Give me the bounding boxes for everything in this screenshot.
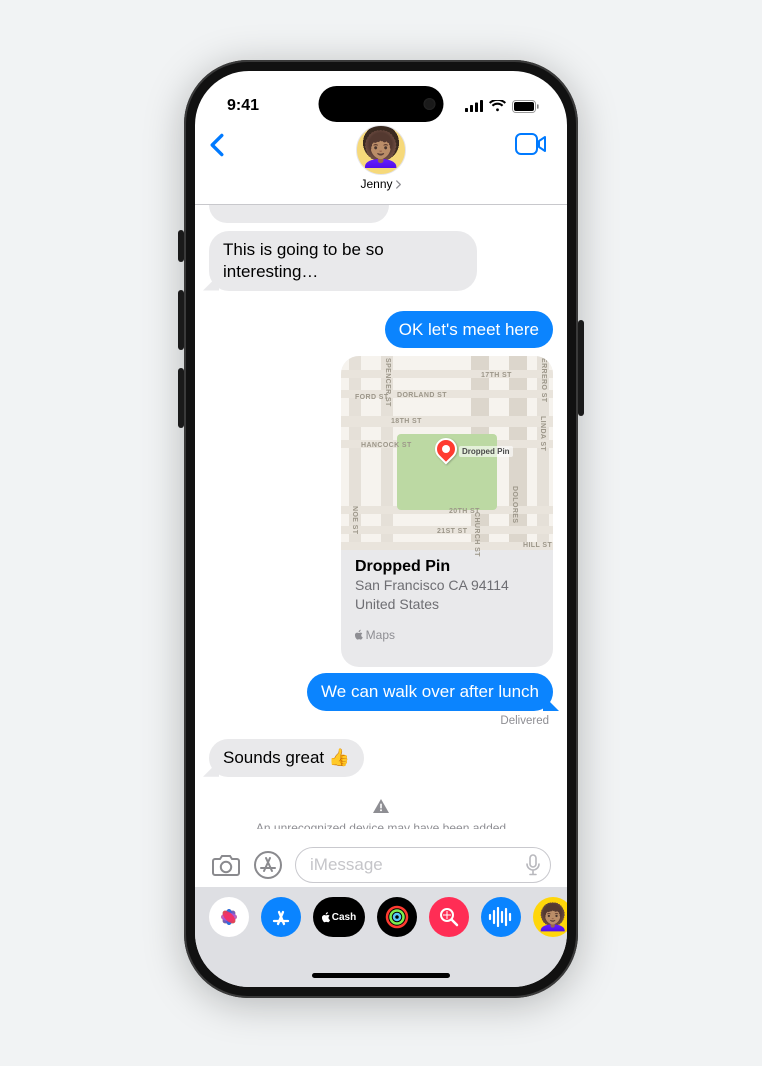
audio-message-app[interactable]	[481, 897, 521, 937]
outgoing-message[interactable]: We can walk over after lunch	[307, 673, 553, 711]
street-label: HANCOCK ST	[361, 442, 412, 449]
street-label: CHURCH ST	[473, 512, 480, 557]
street-label: 21ST ST	[437, 528, 467, 535]
street-label: HILL ST	[523, 542, 552, 549]
fitness-app[interactable]	[377, 897, 417, 937]
outgoing-message[interactable]: OK let's meet here	[385, 311, 553, 349]
message-input-placeholder: iMessage	[310, 855, 526, 875]
message-input-bar: iMessage	[195, 843, 567, 887]
contact-name: Jenny	[360, 177, 392, 191]
previous-message-peek	[209, 205, 389, 223]
street-label: SPENCER ST	[384, 358, 391, 407]
volume-down-button	[178, 368, 184, 428]
front-camera	[424, 98, 436, 110]
message-list[interactable]: This is going to be so interesting… OK l…	[195, 205, 567, 829]
location-attachment[interactable]: FORD ST DORLAND ST 18TH ST HANCOCK ST 17…	[341, 356, 553, 667]
screen: 9:41 👩🏽‍🦱 Jenny	[195, 71, 567, 987]
warning-icon	[373, 799, 389, 813]
street-label: 18TH ST	[391, 418, 422, 425]
battery-icon	[512, 100, 539, 113]
incoming-message[interactable]: Sounds great 👍	[209, 739, 364, 777]
iphone-frame: 9:41 👩🏽‍🦱 Jenny	[184, 60, 578, 998]
apple-cash-app[interactable]: Cash	[313, 897, 365, 937]
dynamic-island	[319, 86, 444, 122]
location-address: San Francisco CA 94114	[355, 577, 539, 595]
street-label: DORLAND ST	[397, 392, 447, 399]
side-button	[578, 320, 584, 416]
contact-header[interactable]: 👩🏽‍🦱 Jenny	[356, 125, 406, 191]
message-input[interactable]: iMessage	[295, 847, 551, 883]
contact-avatar: 👩🏽‍🦱	[356, 125, 406, 175]
wifi-icon	[489, 100, 506, 112]
cellular-icon	[465, 100, 483, 112]
dictation-icon[interactable]	[526, 854, 540, 876]
ring-silent-switch	[178, 230, 184, 262]
location-title: Dropped Pin	[355, 558, 539, 576]
street-label: LINDA ST	[539, 416, 546, 451]
facetime-button[interactable]	[515, 133, 547, 160]
location-source-app: Maps	[366, 628, 395, 642]
memoji-app[interactable]: 👩🏽‍🦱	[533, 897, 567, 937]
back-button[interactable]	[209, 125, 225, 162]
apple-cash-label: Cash	[332, 912, 356, 923]
incoming-message[interactable]: This is going to be so interesting…	[209, 231, 477, 291]
camera-button[interactable]	[211, 853, 241, 877]
home-indicator[interactable]	[312, 973, 450, 978]
volume-up-button	[178, 290, 184, 350]
apple-logo-icon	[355, 629, 364, 641]
street-label: NOE ST	[351, 506, 358, 534]
street-label: 17TH ST	[481, 372, 512, 379]
street-label: ERRERO ST	[540, 358, 547, 402]
imessage-app-dock[interactable]: Cash 👩🏽‍🦱	[195, 887, 567, 987]
notice-text: An unrecognized device may have been add…	[256, 821, 506, 829]
find-my-app[interactable]	[429, 897, 469, 937]
app-store-button[interactable]	[253, 850, 283, 880]
app-store-app[interactable]	[261, 897, 301, 937]
delivery-status: Delivered	[209, 715, 549, 727]
photos-app[interactable]	[209, 897, 249, 937]
chevron-right-icon	[395, 180, 402, 189]
status-time: 9:41	[227, 97, 259, 115]
map-preview: FORD ST DORLAND ST 18TH ST HANCOCK ST 17…	[341, 356, 553, 548]
street-label: DOLORES	[511, 486, 518, 523]
conversation-header: 👩🏽‍🦱 Jenny	[195, 125, 567, 205]
location-country: United States	[355, 596, 539, 614]
security-notice: An unrecognized device may have been add…	[209, 799, 553, 829]
map-pin-label: Dropped Pin	[459, 446, 513, 457]
